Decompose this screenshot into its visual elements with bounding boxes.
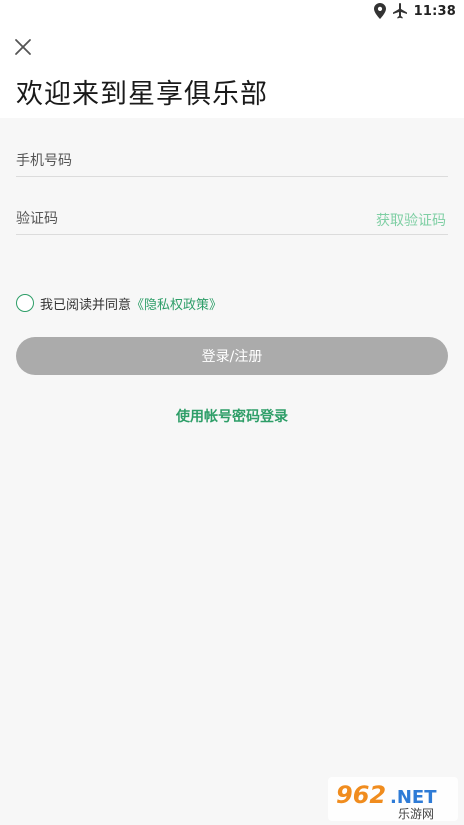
svg-text:.NET: .NET (390, 787, 437, 808)
password-login-link[interactable]: 使用帐号密码登录 (0, 406, 464, 426)
airplane-mode-icon (392, 3, 407, 19)
location-icon (373, 3, 386, 19)
page-title: 欢迎来到星享俱乐部 (16, 79, 268, 110)
status-icons: 11:38 (373, 3, 456, 19)
svg-text:962: 962 (336, 781, 386, 809)
header: 欢迎来到星享俱乐部 (0, 24, 464, 118)
status-bar: 11:38 (0, 0, 464, 24)
phone-input[interactable] (16, 148, 316, 174)
site-watermark-logo: 962 .NET 乐游网 (328, 777, 458, 821)
status-time: 11:38 (413, 3, 456, 19)
code-input[interactable] (16, 206, 316, 232)
login-register-button[interactable]: 登录/注册 (16, 337, 448, 375)
get-code-button[interactable]: 获取验证码 (376, 210, 446, 230)
phone-field (16, 148, 448, 177)
svg-text:乐游网: 乐游网 (398, 807, 434, 821)
agreement-text: 我已阅读并同意 (40, 297, 132, 313)
privacy-policy-link[interactable]: 《隐私权政策》 (131, 294, 222, 313)
code-field: 获取验证码 (16, 206, 448, 235)
agree-checkbox[interactable] (16, 294, 34, 312)
close-icon[interactable] (12, 36, 34, 58)
agreement-row: 我已阅读并同意 《隐私权政策》 (16, 292, 222, 314)
